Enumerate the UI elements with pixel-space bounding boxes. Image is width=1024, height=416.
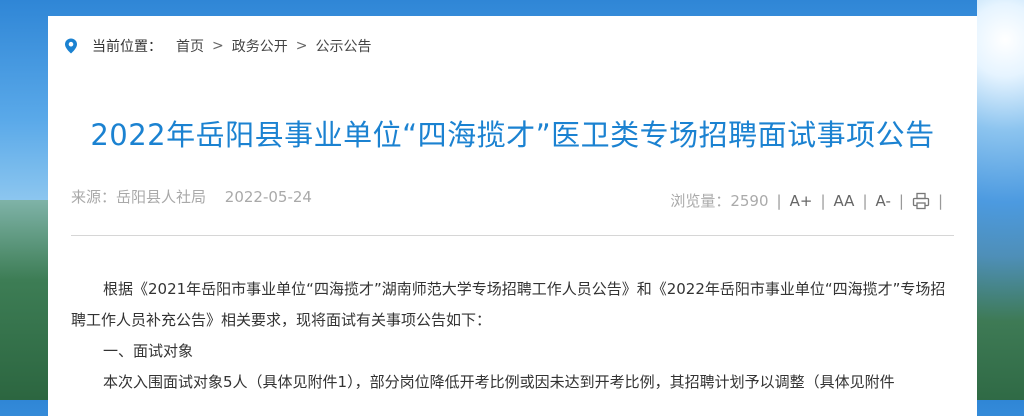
views-count: 2590 [730, 191, 769, 210]
paragraph: 本次入围面试对象5人（具体见附件1），部分岗位降低开考比例或因未达到开考比例，其… [103, 373, 895, 391]
article-title: 2022年岳阳县事业单位“四海揽才”医卫类专场招聘面试事项公告 [90, 118, 935, 152]
breadcrumb-announcements-link[interactable]: 公示公告 [315, 36, 371, 56]
breadcrumb-home-link[interactable]: 首页 [176, 36, 204, 56]
tool-separator: | [937, 191, 943, 210]
tool-separator: | [862, 191, 868, 210]
article-body: 根据《2021年岳阳市事业单位“四海揽才”湖南师范大学专场招聘工作人员公告》和《… [71, 274, 954, 398]
tool-separator: | [776, 191, 782, 210]
divider [71, 235, 954, 236]
breadcrumb-separator: > [295, 38, 308, 54]
breadcrumb: 当前位置： 首页 > 政务公开 > 公示公告 [64, 36, 371, 56]
font-increase-button[interactable]: A+ [790, 192, 813, 210]
section-heading: 一、面试对象 [103, 342, 194, 360]
location-pin-icon [65, 38, 77, 54]
article-date: 2022-05-24 [224, 188, 312, 206]
font-normal-button[interactable]: AA [834, 192, 855, 210]
article-meta: 来源：岳阳县人社局 2022-05-24 [71, 186, 312, 207]
tool-separator: | [820, 191, 826, 210]
font-decrease-button[interactable]: A- [876, 192, 891, 210]
background-scenery-left [0, 200, 48, 400]
paragraph: 根据《2021年岳阳市事业单位“四海揽才”湖南师范大学专场招聘工作人员公告》和《… [71, 280, 946, 329]
tool-separator: | [898, 191, 904, 210]
article-source: 来源：岳阳县人社局 [71, 188, 207, 206]
printer-icon [912, 192, 930, 209]
article-tools: 浏览量： 2590 | A+ | AA | A- | | [670, 190, 951, 211]
breadcrumb-gov-affairs-link[interactable]: 政务公开 [232, 36, 288, 56]
print-button[interactable] [912, 192, 930, 210]
breadcrumb-label: 当前位置： [92, 39, 162, 55]
article-panel: 当前位置： 首页 > 政务公开 > 公示公告 2022年岳阳县事业单位“四海揽才… [48, 16, 977, 416]
background-scenery-right [977, 0, 1024, 400]
breadcrumb-separator: > [212, 38, 224, 54]
views-label: 浏览量： [670, 192, 731, 210]
